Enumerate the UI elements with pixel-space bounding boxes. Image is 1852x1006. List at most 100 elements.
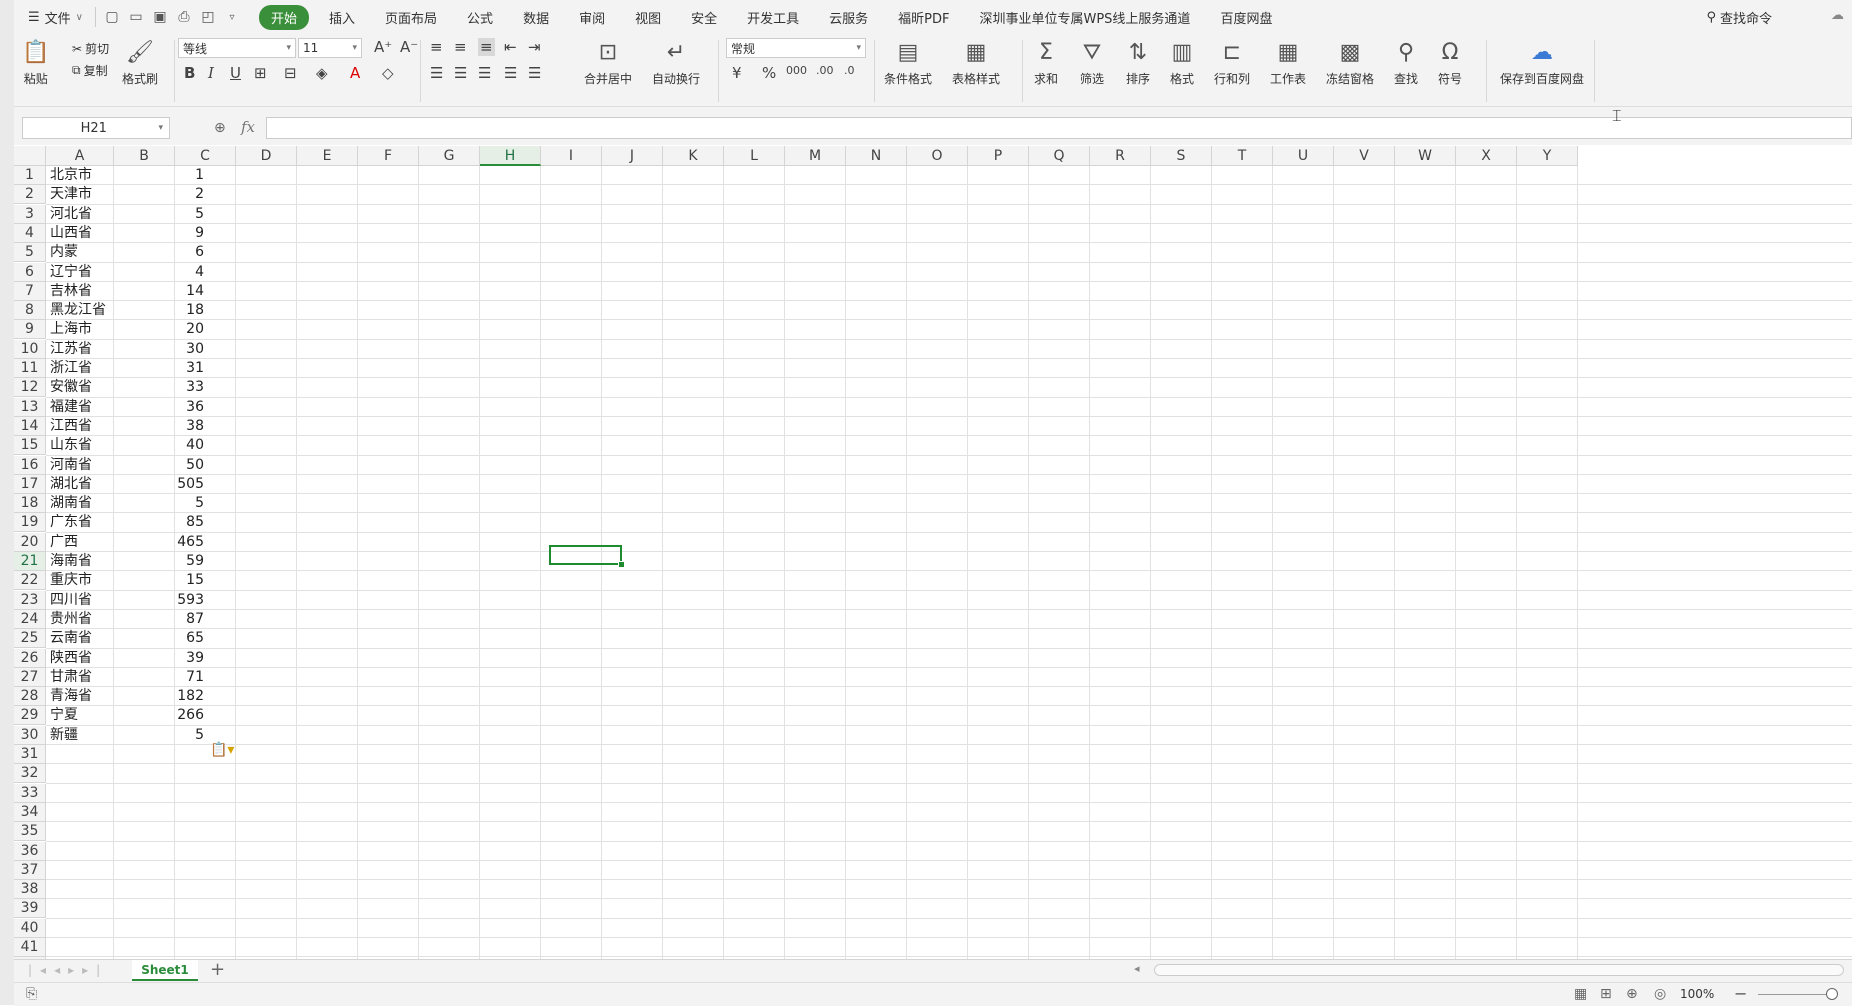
row-header-31[interactable]: 31	[14, 745, 46, 764]
cell-B16[interactable]: 50	[118, 456, 204, 475]
merge-cells-icon[interactable]: ⊟	[284, 64, 297, 82]
merge-center-button[interactable]: ⊡ 合并居中	[584, 38, 632, 87]
cell-A9[interactable]: 上海市	[50, 320, 92, 339]
column-header-P[interactable]: P	[968, 146, 1029, 166]
cell-B30[interactable]: 5	[118, 726, 204, 745]
cell-B4[interactable]: 9	[118, 224, 204, 243]
column-header-I[interactable]: I	[541, 146, 602, 166]
worksheet-button[interactable]: ▦ 工作表	[1270, 38, 1306, 87]
cell-A1[interactable]: 北京市	[50, 166, 92, 185]
freeze-panes-button[interactable]: ▩ 冻结窗格	[1326, 38, 1374, 87]
column-header-Y[interactable]: Y	[1517, 146, 1578, 166]
cell-B19[interactable]: 85	[118, 513, 204, 532]
cell-A26[interactable]: 陕西省	[50, 649, 92, 668]
tab-9[interactable]: 云服务	[819, 5, 878, 30]
column-header-O[interactable]: O	[907, 146, 968, 166]
spreadsheet-grid[interactable]: ABCDEFGHIJKLMNOPQRSTUVWXY 1 2 3 4 5 6 7 8 9 10 11 1…	[14, 146, 1852, 959]
find-button[interactable]: ⚲ 查找	[1394, 38, 1418, 87]
row-header-24[interactable]: 24	[14, 609, 46, 629]
row-header-29[interactable]: 29	[14, 706, 46, 726]
row-header-2[interactable]: 2	[14, 185, 46, 205]
tab-10[interactable]: 福昕PDF	[888, 5, 959, 30]
cell-A21[interactable]: 海南省	[50, 552, 92, 571]
rows-cols-button[interactable]: ⊏ 行和列	[1214, 38, 1250, 87]
cell-B22[interactable]: 15	[118, 571, 204, 590]
save-to-baidu-button[interactable]: ☁ 保存到百度网盘	[1500, 38, 1584, 87]
tab-3[interactable]: 公式	[457, 5, 503, 30]
row-header-38[interactable]: 38	[14, 880, 46, 900]
cell-B17[interactable]: 505	[118, 475, 204, 494]
row-header-5[interactable]: 5	[14, 243, 46, 263]
cell-B14[interactable]: 38	[118, 417, 204, 436]
open-folder-icon[interactable]: ▭	[126, 7, 146, 27]
cell-B9[interactable]: 20	[118, 320, 204, 339]
macro-record-icon[interactable]: ⎘	[26, 986, 37, 1002]
tab-12[interactable]: 百度网盘	[1210, 5, 1282, 30]
cell-A27[interactable]: 甘肃省	[50, 668, 92, 687]
cell-B28[interactable]: 182	[118, 687, 204, 706]
row-header-32[interactable]: 32	[14, 764, 46, 784]
cell-B8[interactable]: 18	[118, 301, 204, 320]
row-header-18[interactable]: 18	[14, 494, 46, 514]
more-icon[interactable]: ▿	[222, 7, 242, 27]
select-all-corner[interactable]	[14, 146, 46, 166]
cell-B21[interactable]: 59	[118, 552, 204, 571]
cell-A23[interactable]: 四川省	[50, 591, 92, 610]
borders-icon[interactable]: ⊞	[254, 64, 267, 82]
column-header-U[interactable]: U	[1273, 146, 1334, 166]
sheet-tab-sheet1[interactable]: Sheet1	[132, 960, 198, 981]
new-file-icon[interactable]: ▢	[102, 7, 122, 27]
column-header-W[interactable]: W	[1395, 146, 1456, 166]
paste-options-icon[interactable]: 📋▾	[210, 742, 234, 758]
cell-B1[interactable]: 1	[118, 166, 204, 185]
row-header-21[interactable]: 21	[14, 552, 46, 571]
sum-button[interactable]: Σ 求和	[1034, 38, 1058, 87]
sort-button[interactable]: ⇅ 排序	[1126, 38, 1150, 87]
tab-1[interactable]: 插入	[319, 5, 365, 30]
tab-6[interactable]: 视图	[625, 5, 671, 30]
sheet-nav-arrows-icon[interactable]: |◂◂▸▸|	[28, 963, 108, 977]
font-name-select[interactable]: 等线 ▾	[178, 38, 296, 58]
cell-B11[interactable]: 31	[118, 359, 204, 378]
cell-B5[interactable]: 6	[118, 243, 204, 262]
fx-icon[interactable]: fx	[241, 118, 255, 136]
cell-A4[interactable]: 山西省	[50, 224, 92, 243]
cell-B27[interactable]: 71	[118, 668, 204, 687]
row-header-30[interactable]: 30	[14, 725, 46, 745]
tab-4[interactable]: 数据	[513, 5, 559, 30]
cell-B7[interactable]: 14	[118, 282, 204, 301]
cell-A13[interactable]: 福建省	[50, 398, 92, 417]
row-header-6[interactable]: 6	[14, 262, 46, 282]
zoom-formula-icon[interactable]: ⊕	[214, 120, 226, 136]
cell-A25[interactable]: 云南省	[50, 629, 92, 648]
row-header-40[interactable]: 40	[14, 918, 46, 938]
increase-decimal-icon[interactable]: .00	[816, 64, 834, 77]
selected-cell[interactable]	[549, 545, 622, 565]
paste-button[interactable]: 📋 粘贴	[22, 38, 49, 87]
row-header-15[interactable]: 15	[14, 436, 46, 456]
row-header-36[interactable]: 36	[14, 841, 46, 861]
format-painter-button[interactable]: 🖌 格式刷	[122, 38, 158, 87]
cell-B3[interactable]: 5	[118, 205, 204, 224]
cell-B29[interactable]: 266	[118, 706, 204, 725]
cell-B26[interactable]: 39	[118, 649, 204, 668]
table-style-button[interactable]: ▦ 表格样式	[952, 38, 1000, 87]
wrap-text-button[interactable]: ↵ 自动换行	[652, 38, 700, 87]
row-header-41[interactable]: 41	[14, 938, 46, 957]
row-header-17[interactable]: 17	[14, 474, 46, 494]
row-header-14[interactable]: 14	[14, 416, 46, 436]
cell-A22[interactable]: 重庆市	[50, 571, 92, 590]
cell-B12[interactable]: 33	[118, 378, 204, 397]
cell-A5[interactable]: 内蒙	[50, 243, 78, 262]
align-bottom-icon[interactable]: ≡	[478, 38, 495, 56]
cell-A16[interactable]: 河南省	[50, 456, 92, 475]
cell-A18[interactable]: 湖南省	[50, 494, 92, 513]
add-sheet-icon[interactable]: +	[210, 960, 225, 980]
align-left-icon[interactable]: ☰	[430, 64, 443, 82]
zoom-slider-handle[interactable]	[1826, 988, 1838, 1000]
print-preview-icon[interactable]: ◰	[198, 7, 218, 27]
message-icon[interactable]: ☁	[1831, 8, 1844, 23]
font-color-icon[interactable]: A	[350, 64, 360, 82]
align-top-icon[interactable]: ≡	[430, 38, 443, 56]
thousands-icon[interactable]: 000	[786, 64, 807, 77]
